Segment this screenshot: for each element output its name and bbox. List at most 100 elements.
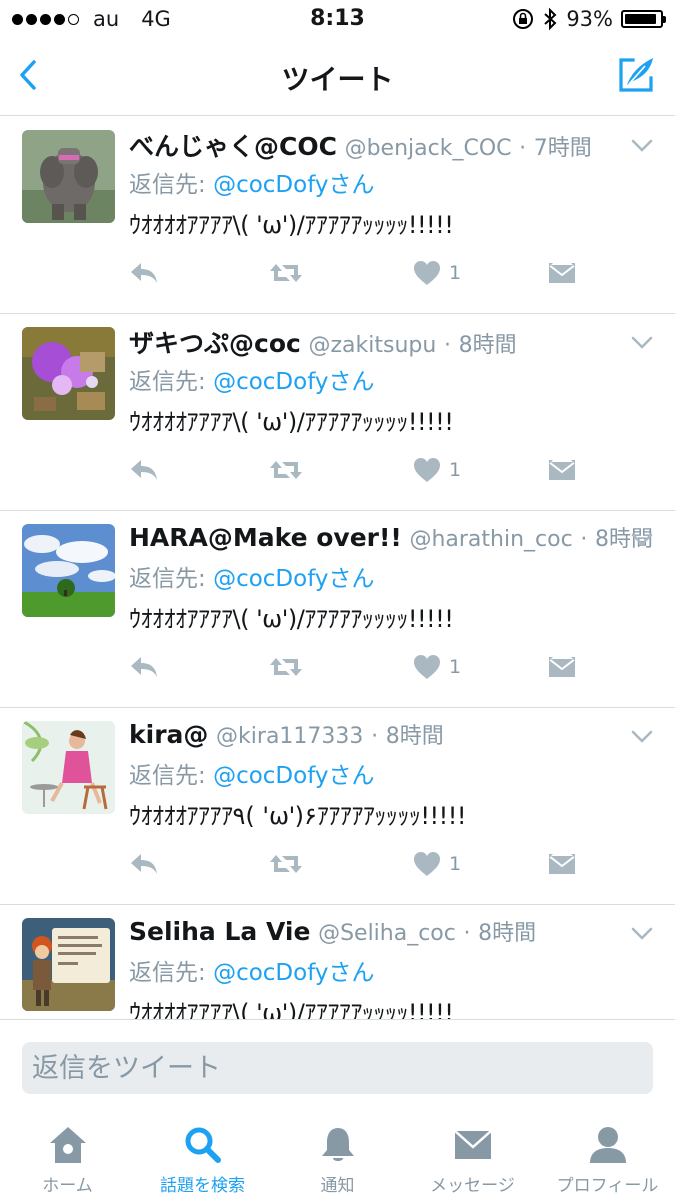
avatar[interactable] bbox=[22, 524, 115, 617]
separator: · bbox=[519, 136, 527, 161]
compose-tweet-button[interactable] bbox=[615, 54, 657, 96]
status-bar: au 4G 8:13 93% bbox=[0, 0, 675, 38]
tweet-actions: 1 bbox=[128, 454, 598, 486]
user-handle: @harathin_coc bbox=[409, 527, 573, 552]
display-name[interactable]: Seliha La Vie bbox=[129, 917, 310, 946]
tweet-time: 7時間 bbox=[533, 136, 592, 161]
chevron-down-icon[interactable] bbox=[631, 336, 653, 350]
tweet-header: ザキつぷ@coc @zakitsupu · 8時間 bbox=[129, 324, 615, 360]
reply-to-mention[interactable]: @cocDofyさん bbox=[213, 763, 374, 789]
avatar[interactable] bbox=[22, 327, 115, 420]
retweet-icon bbox=[270, 264, 302, 282]
reply-to-label: 返信先: bbox=[129, 172, 214, 198]
retweet-button[interactable] bbox=[268, 454, 304, 486]
like-button[interactable]: 1 bbox=[413, 848, 461, 880]
display-name[interactable]: べんじゃく@COC bbox=[129, 132, 337, 161]
reply-icon bbox=[131, 263, 157, 283]
like-button[interactable]: 1 bbox=[413, 651, 461, 683]
tweet[interactable]: HARA@Make over!! @harathin_coc · 8時間 返信先… bbox=[0, 511, 675, 708]
tab-profile[interactable]: プロフィール bbox=[540, 1111, 675, 1200]
tweet-text: ｳｵｵｵｵｱｱｱｱ\( 'ω')/ｱｱｱｱｱｯｯｯｯ!!!!! bbox=[129, 605, 454, 633]
battery-icon bbox=[621, 10, 666, 28]
chevron-down-icon[interactable] bbox=[631, 927, 653, 941]
tweet-text: ｳｵｵｵｵｱｱｱｱ٩( 'ω')۶ｱｱｱｱｱｯｯｯｯ!!!!! bbox=[129, 802, 467, 830]
tweet-list[interactable]: べんじゃく@COC @benjack_COC · 7時間 返信先: @cocDo… bbox=[0, 117, 675, 1019]
reply-to-line: 返信先: @cocDofyさん bbox=[129, 165, 375, 199]
tab-label: メッセージ bbox=[430, 1176, 515, 1196]
reply-button[interactable] bbox=[128, 454, 160, 486]
tweet[interactable]: kira@ @kira117333 · 8時間 返信先: @cocDofyさん … bbox=[0, 708, 675, 905]
tweet-text: ｳｵｵｵｵｱｱｱｱ\( 'ω')/ｱｱｱｱｱｯｯｯｯ!!!!! bbox=[129, 999, 454, 1019]
chevron-down-icon[interactable] bbox=[631, 139, 653, 153]
separator: · bbox=[580, 527, 588, 552]
envelope-icon bbox=[454, 1130, 492, 1159]
retweet-icon bbox=[270, 658, 302, 676]
tab-label: ホーム bbox=[42, 1176, 93, 1196]
tweet[interactable]: Seliha La Vie @Seliha_coc · 8時間 返信先: @co… bbox=[0, 905, 675, 1019]
direct-message-button[interactable] bbox=[548, 848, 576, 880]
chevron-down-icon[interactable] bbox=[631, 730, 653, 744]
page-title: ツイート bbox=[281, 63, 394, 96]
tab-messages[interactable]: メッセージ bbox=[405, 1111, 540, 1200]
like-button[interactable]: 1 bbox=[413, 454, 461, 486]
direct-message-button[interactable] bbox=[548, 257, 576, 289]
avatar[interactable] bbox=[22, 130, 115, 223]
heart-icon bbox=[414, 261, 440, 285]
reply-to-label: 返信先: bbox=[129, 960, 214, 986]
tweet[interactable]: べんじゃく@COC @benjack_COC · 7時間 返信先: @cocDo… bbox=[0, 117, 675, 314]
tweet-text: ｳｵｵｵｵｱｱｱｱ\( 'ω')/ｱｱｱｱｱｯｯｯｯ!!!!! bbox=[129, 211, 454, 239]
reply-icon bbox=[131, 460, 157, 480]
like-count: 1 bbox=[449, 853, 462, 875]
tweet-header: べんじゃく@COC @benjack_COC · 7時間 bbox=[129, 127, 615, 163]
tweet-header: kira@ @kira117333 · 8時間 bbox=[129, 718, 615, 750]
user-handle: @Seliha_coc bbox=[318, 921, 456, 946]
tweet[interactable]: ザキつぷ@coc @zakitsupu · 8時間 返信先: @cocDofyさ… bbox=[0, 314, 675, 511]
reply-to-mention[interactable]: @cocDofyさん bbox=[213, 566, 374, 592]
retweet-button[interactable] bbox=[268, 257, 304, 289]
retweet-button[interactable] bbox=[268, 848, 304, 880]
separator: · bbox=[463, 921, 471, 946]
orientation-lock-icon bbox=[513, 9, 534, 29]
like-button[interactable]: 1 bbox=[413, 257, 461, 289]
tab-label: 話題を検索 bbox=[160, 1176, 245, 1196]
home-icon bbox=[50, 1127, 86, 1163]
direct-message-button[interactable] bbox=[548, 454, 576, 486]
chevron-down-icon[interactable] bbox=[631, 533, 653, 547]
avatar[interactable] bbox=[22, 721, 115, 814]
reply-to-mention[interactable]: @cocDofyさん bbox=[213, 172, 374, 198]
tab-notifications[interactable]: 通知 bbox=[270, 1111, 405, 1200]
tweet-header: HARA@Make over!! @harathin_coc · 8時間 bbox=[129, 521, 653, 553]
reply-button[interactable] bbox=[128, 651, 160, 683]
display-name[interactable]: HARA@Make over!! bbox=[129, 523, 402, 552]
reply-to-line: 返信先: @cocDofyさん bbox=[129, 756, 375, 790]
display-name[interactable]: kira@ bbox=[129, 720, 208, 749]
reply-button[interactable] bbox=[128, 257, 160, 289]
reply-icon bbox=[131, 854, 157, 874]
reply-to-mention[interactable]: @cocDofyさん bbox=[213, 369, 374, 395]
reply-to-line: 返信先: @cocDofyさん bbox=[129, 362, 375, 396]
tab-search[interactable]: 話題を検索 bbox=[135, 1111, 270, 1200]
envelope-icon bbox=[548, 460, 576, 480]
avatar[interactable] bbox=[22, 918, 115, 1011]
tab-home[interactable]: ホーム bbox=[0, 1111, 135, 1200]
tweet-actions: 1 bbox=[128, 257, 598, 289]
user-handle: @zakitsupu bbox=[308, 333, 437, 358]
tweet-header: Seliha La Vie @Seliha_coc · 8時間 bbox=[129, 915, 615, 947]
tweet-time: 8時間 bbox=[478, 921, 537, 946]
tweet-time: 8時間 bbox=[385, 724, 444, 749]
tweet-text: ｳｵｵｵｵｱｱｱｱ\( 'ω')/ｱｱｱｱｱｯｯｯｯ!!!!! bbox=[129, 408, 454, 436]
reply-to-label: 返信先: bbox=[129, 763, 214, 789]
reply-input[interactable] bbox=[22, 1042, 653, 1094]
like-count: 1 bbox=[449, 262, 462, 284]
tab-label: プロフィール bbox=[556, 1176, 659, 1196]
heart-icon bbox=[414, 655, 440, 679]
display-name[interactable]: ザキつぷ@coc bbox=[129, 329, 301, 358]
retweet-button[interactable] bbox=[268, 651, 304, 683]
reply-button[interactable] bbox=[128, 848, 160, 880]
tweet-actions: 1 bbox=[128, 848, 598, 880]
user-handle: @benjack_COC bbox=[344, 136, 512, 161]
separator: · bbox=[443, 333, 451, 358]
direct-message-button[interactable] bbox=[548, 651, 576, 683]
person-icon bbox=[590, 1127, 626, 1163]
reply-to-mention[interactable]: @cocDofyさん bbox=[213, 960, 374, 986]
